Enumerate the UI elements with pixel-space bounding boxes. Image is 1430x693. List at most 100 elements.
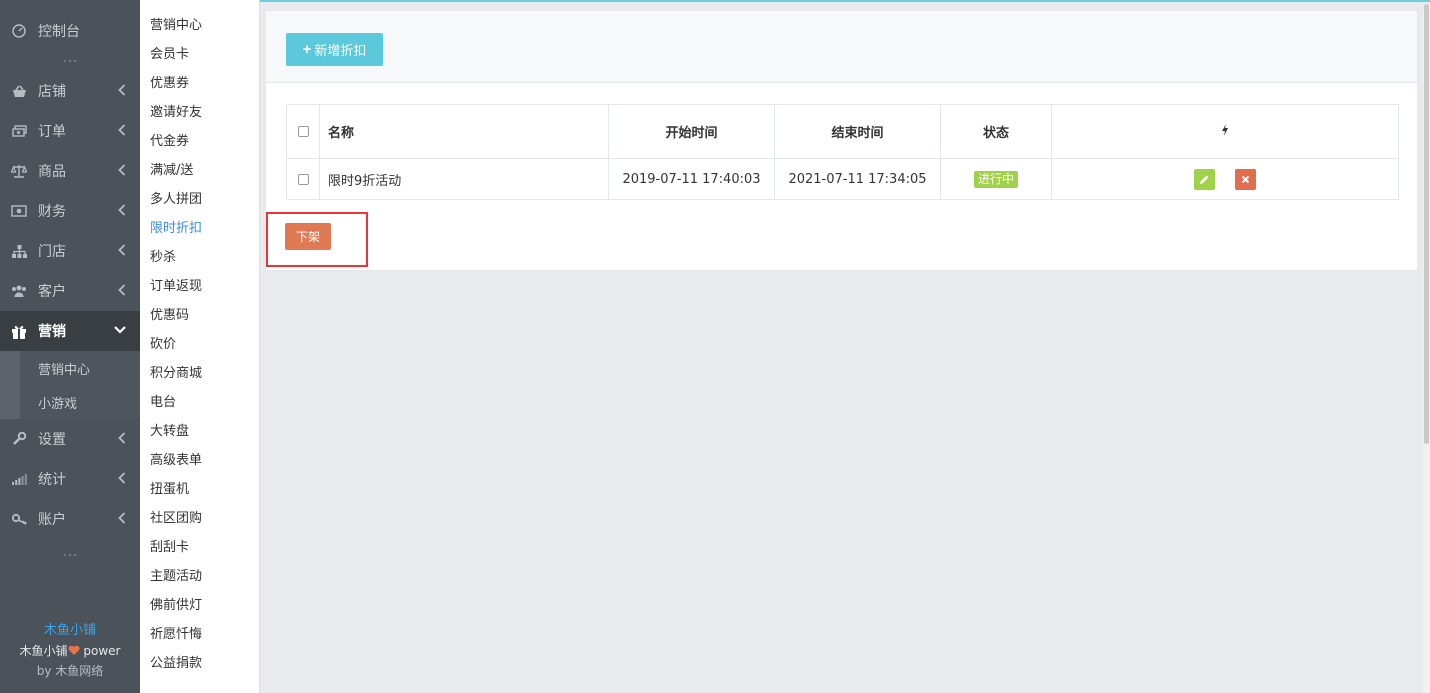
sidebar-item-basket[interactable]: 店铺 (0, 71, 140, 111)
sitemap-icon (11, 243, 27, 259)
cash-icon (11, 203, 27, 219)
table-header-row: 名称 开始时间 结束时间 状态 (286, 104, 1399, 159)
subnav-item[interactable]: 电台 (140, 388, 259, 417)
select-all-checkbox[interactable] (297, 126, 309, 137)
subnav-item[interactable]: 多人拼团 (140, 185, 259, 214)
sidebar-item-marketing[interactable]: 营销 (0, 311, 140, 351)
discount-panel: + 新增折扣 名称 开始时间 结束时间 状态 限时9折活动 2019-07-11 … (265, 10, 1418, 271)
sidebar-item-label: 营销 (38, 324, 66, 340)
subnav-item[interactable]: 优惠券 (140, 69, 259, 98)
subnav-item[interactable]: 公益捐款 (140, 649, 259, 678)
chevron-left-icon (118, 164, 126, 180)
sidebar-item-label: 客户 (38, 284, 66, 300)
row-end-time: 2021-07-11 17:34:05 (774, 158, 941, 200)
subnav-item[interactable]: 佛前供灯 (140, 591, 259, 620)
sidebar-submenu: 营销中心 小游戏 (0, 351, 140, 419)
chevron-left-icon (118, 84, 126, 100)
subnav-item[interactable]: 会员卡 (140, 40, 259, 69)
row-checkbox[interactable] (297, 173, 309, 185)
subnav-item[interactable]: 优惠码 (140, 301, 259, 330)
subnav-item[interactable]: 主题活动 (140, 562, 259, 591)
subnav-item[interactable]: 刮刮卡 (140, 533, 259, 562)
sidebar-subitem-marketing-center[interactable]: 营销中心 (20, 351, 140, 385)
sidebar-item-label: 统计 (38, 472, 66, 488)
subnav-item[interactable]: 社区团购 (140, 504, 259, 533)
row-name: 限时9折活动 (319, 158, 609, 200)
chevron-down-icon (114, 324, 126, 340)
sidebar-item-label: 订单 (38, 124, 66, 140)
brand-name[interactable]: 木鱼小铺 (0, 621, 140, 641)
chevron-left-icon (118, 512, 126, 528)
sidebar-item-signal[interactable]: 统计 (0, 459, 140, 499)
page-scrollbar[interactable] (1423, 4, 1430, 693)
scale-icon (11, 163, 27, 179)
signal-icon (11, 471, 27, 487)
close-icon (1241, 175, 1250, 183)
chevron-left-icon (118, 432, 126, 448)
main-content: + 新增折扣 名称 开始时间 结束时间 状态 限时9折活动 2019-07-11 … (260, 2, 1430, 693)
row-status-cell: 进行中 (940, 158, 1052, 200)
chevron-left-icon (118, 244, 126, 260)
sidebar-item-label: 控制台 (38, 24, 80, 40)
divider-dots (0, 545, 140, 565)
sidebar-item-label: 账户 (38, 512, 66, 528)
subnav-item[interactable]: 订单返现 (140, 272, 259, 301)
header-end-time: 结束时间 (774, 104, 941, 159)
dashboard-icon (11, 23, 27, 39)
chevron-left-icon (118, 472, 126, 488)
by-line: by 木鱼网络 (36, 664, 104, 678)
plus-icon: + (302, 41, 312, 58)
status-badge: 进行中 (973, 170, 1018, 188)
row-start-time: 2019-07-11 17:40:03 (608, 158, 775, 200)
sidebar-item-key[interactable]: 账户 (0, 499, 140, 539)
add-discount-label: 新增折扣 (314, 43, 367, 58)
sidebar-item-label: 门店 (38, 244, 66, 260)
sidebar-item-users[interactable]: 客户 (0, 271, 140, 311)
power-line: 木鱼小铺 power (0, 641, 140, 661)
sidebar-item-wrench[interactable]: 设置 (0, 419, 140, 459)
money-icon (11, 123, 27, 139)
basket-icon (11, 83, 27, 99)
edit-button[interactable] (1194, 168, 1215, 190)
header-actions (1051, 104, 1399, 159)
delete-button[interactable] (1235, 168, 1256, 190)
scrollbar-thumb[interactable] (1424, 4, 1429, 444)
row-select-cell (286, 158, 320, 200)
sidebar-item-label: 商品 (38, 164, 66, 180)
header-status: 状态 (940, 104, 1052, 159)
sidebar-item-scale[interactable]: 商品 (0, 151, 140, 191)
chevron-left-icon (118, 284, 126, 300)
offline-button[interactable]: 下架 (285, 223, 331, 250)
divider-dots (0, 51, 140, 71)
panel-header: + 新增折扣 (266, 11, 1417, 83)
subnav-item[interactable]: 满减/送 (140, 156, 259, 185)
gift-icon (11, 323, 27, 339)
subnav-item[interactable]: 秒杀 (140, 243, 259, 272)
power-line-brand: 木鱼小铺 (19, 644, 68, 658)
key-icon (11, 511, 27, 527)
sidebar-item-label: 店铺 (38, 84, 66, 100)
subnav-item[interactable]: 砍价 (140, 330, 259, 359)
sidebar-item-dashboard[interactable]: 控制台 (0, 11, 140, 51)
sidebar-footer: 木鱼小铺 木鱼小铺 power by 木鱼网络 (0, 621, 140, 681)
subnav-item[interactable]: 营销中心 (140, 11, 259, 40)
sidebar-item-sitemap[interactable]: 门店 (0, 231, 140, 271)
bolt-icon (1222, 123, 1228, 136)
heart-icon (68, 645, 80, 655)
subnav-item[interactable]: 邀请好友 (140, 98, 259, 127)
header-start-time: 开始时间 (608, 104, 775, 159)
discount-table: 名称 开始时间 结束时间 状态 限时9折活动 2019-07-11 17:40:0… (286, 104, 1399, 200)
subnav-item[interactable]: 积分商城 (140, 359, 259, 388)
subnav-item[interactable]: 扭蛋机 (140, 475, 259, 504)
subnav-item[interactable]: 代金券 (140, 127, 259, 156)
sidebar-item-money[interactable]: 订单 (0, 111, 140, 151)
subnav-item[interactable]: 大转盘 (140, 417, 259, 446)
sidebar-item-label: 设置 (38, 432, 66, 448)
sidebar-item-cash[interactable]: 财务 (0, 191, 140, 231)
secondary-nav: 营销中心 会员卡 优惠券 邀请好友 代金券 满减/送 多人拼团 限时折扣 秒杀 订单返现 优惠码 砍价… (140, 0, 260, 693)
add-discount-button[interactable]: + 新增折扣 (286, 33, 383, 66)
subnav-item[interactable]: 祈愿忏悔 (140, 620, 259, 649)
sidebar-subitem-minigames[interactable]: 小游戏 (20, 385, 140, 419)
subnav-item[interactable]: 限时折扣 (140, 214, 259, 243)
subnav-item[interactable]: 高级表单 (140, 446, 259, 475)
